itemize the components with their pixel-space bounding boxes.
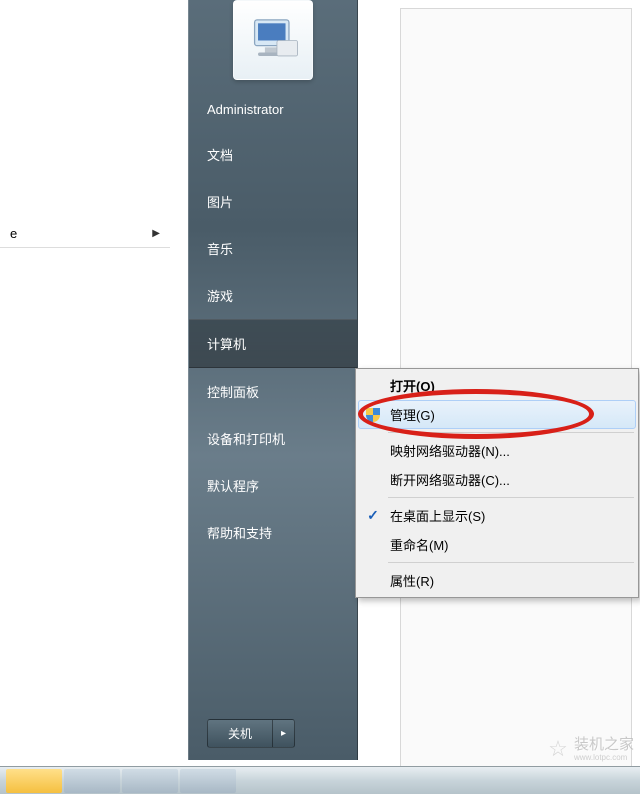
blank-icon	[362, 472, 384, 488]
taskbar-item[interactable]	[122, 769, 178, 793]
ctx-manage-label: 管理(G)	[390, 405, 435, 424]
ctx-open[interactable]: 打开(O)	[358, 371, 636, 400]
star-icon: ☆	[546, 737, 570, 761]
blank-icon	[362, 443, 384, 459]
menu-devices-printers[interactable]: 设备和打印机	[189, 415, 357, 462]
menu-pictures[interactable]: 图片	[189, 178, 357, 225]
menu-documents[interactable]: 文档	[189, 131, 357, 178]
submenu-arrow-icon: ▶	[152, 228, 160, 239]
taskbar-item[interactable]	[64, 769, 120, 793]
context-separator	[388, 497, 634, 498]
shield-icon	[362, 407, 384, 423]
ctx-map-drive-label: 映射网络驱动器(N)...	[390, 441, 510, 460]
blank-icon	[362, 573, 384, 589]
ctx-map-drive[interactable]: 映射网络驱动器(N)...	[358, 436, 636, 465]
taskbar-item[interactable]	[180, 769, 236, 793]
left-menu-item[interactable]: e ▶	[0, 220, 170, 248]
computer-icon	[246, 13, 301, 68]
computer-context-menu: 打开(O) 管理(G) 映射网络驱动器(N)... 断开网络驱动器(C)... …	[355, 368, 639, 598]
shutdown-area: 关机 ▸	[207, 719, 295, 748]
taskbar-item[interactable]	[6, 769, 62, 793]
watermark-text: 装机之家	[574, 737, 634, 754]
menu-control-panel[interactable]: 控制面板	[189, 368, 357, 415]
blank-icon	[362, 378, 384, 394]
ctx-properties-label: 属性(R)	[390, 571, 434, 590]
menu-help-support[interactable]: 帮助和支持	[189, 509, 357, 556]
ctx-disconnect-drive-label: 断开网络驱动器(C)...	[390, 470, 510, 489]
ctx-open-label: 打开(O)	[390, 376, 435, 395]
ctx-show-on-desktop[interactable]: ✓ 在桌面上显示(S)	[358, 501, 636, 530]
menu-computer[interactable]: 计算机	[189, 319, 357, 368]
start-menu-left-panel: e ▶	[0, 0, 190, 760]
watermark-url: www.lotpc.com	[574, 753, 634, 762]
check-icon: ✓	[362, 508, 384, 524]
shutdown-button[interactable]: 关机	[207, 719, 272, 748]
ctx-rename[interactable]: 重命名(M)	[358, 530, 636, 559]
menu-music[interactable]: 音乐	[189, 225, 357, 272]
menu-games[interactable]: 游戏	[189, 272, 357, 319]
ctx-manage[interactable]: 管理(G)	[358, 400, 636, 429]
ctx-disconnect-drive[interactable]: 断开网络驱动器(C)...	[358, 465, 636, 494]
ctx-show-desktop-label: 在桌面上显示(S)	[390, 506, 485, 525]
context-separator	[388, 432, 634, 433]
left-menu-label: e	[10, 226, 17, 241]
user-avatar-frame[interactable]	[233, 0, 313, 80]
watermark: ☆ 装机之家 www.lotpc.com	[546, 737, 634, 763]
ctx-properties[interactable]: 属性(R)	[358, 566, 636, 595]
shutdown-options-arrow-icon[interactable]: ▸	[272, 719, 295, 748]
user-name[interactable]: Administrator	[189, 88, 357, 131]
blank-icon	[362, 537, 384, 553]
menu-default-programs[interactable]: 默认程序	[189, 462, 357, 509]
start-menu-right-panel: Administrator 文档 图片 音乐 游戏 计算机 控制面板 设备和打印…	[188, 0, 358, 760]
context-separator	[388, 562, 634, 563]
taskbar[interactable]	[0, 766, 640, 794]
ctx-rename-label: 重命名(M)	[390, 535, 449, 554]
